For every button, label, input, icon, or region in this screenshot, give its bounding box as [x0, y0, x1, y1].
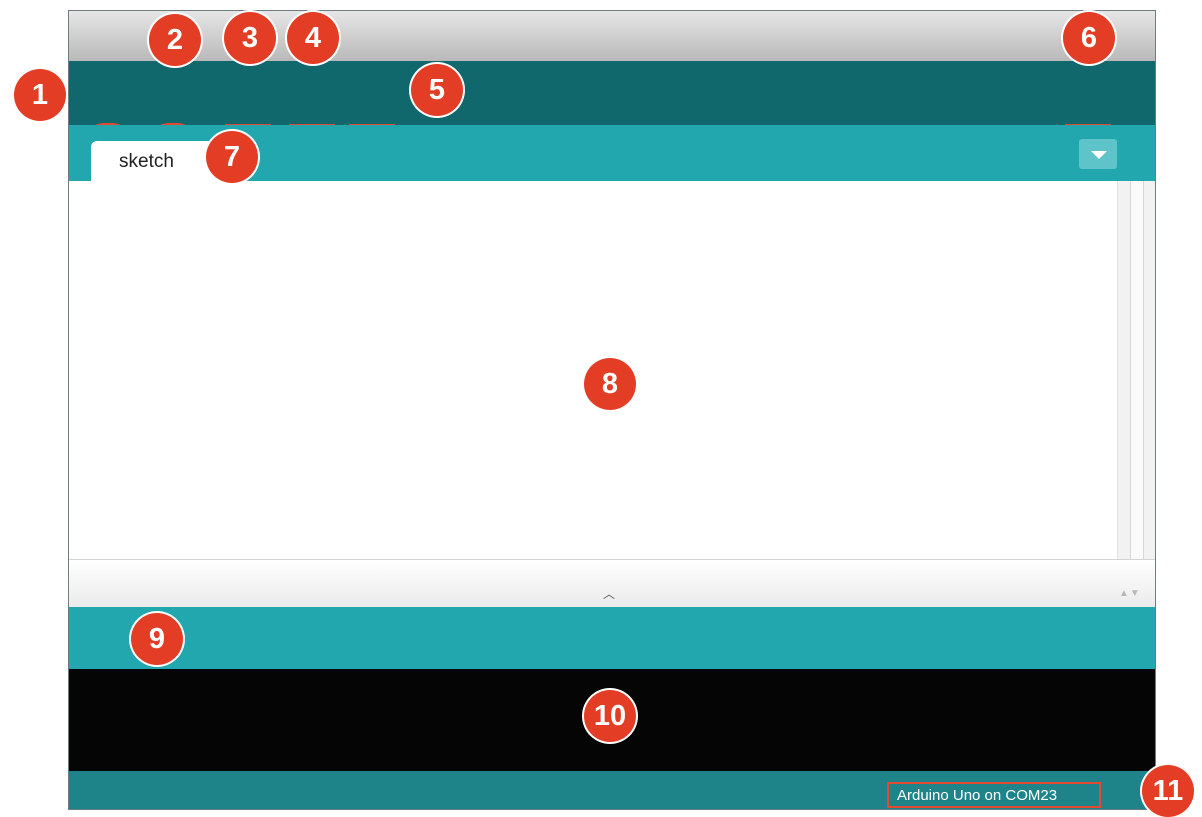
editor-scrollbar[interactable]: [1117, 181, 1155, 559]
callout-marker: 5: [411, 64, 463, 116]
toolbar: [69, 61, 1155, 163]
board-port-status: Arduino Uno on COM23: [887, 782, 1101, 808]
callout-marker: 10: [584, 690, 636, 742]
callout-marker: 1: [14, 69, 66, 121]
panel-divider[interactable]: ︿ ▲▼: [69, 559, 1155, 607]
message-area: [69, 607, 1155, 669]
divider-grip-icon[interactable]: ︿: [603, 585, 615, 602]
tab-label: sketch: [119, 151, 174, 172]
callout-marker: 4: [287, 12, 339, 64]
callout-marker: 6: [1063, 12, 1115, 64]
scroll-arrows-icon[interactable]: ▲▼: [1119, 588, 1141, 599]
tab-sketch[interactable]: sketch: [91, 141, 219, 181]
callout-marker: 3: [224, 12, 276, 64]
status-bar: Arduino Uno on COM23: [69, 771, 1155, 809]
callout-marker: 11: [1142, 765, 1194, 817]
callout-marker: 9: [131, 613, 183, 665]
callout-marker: 7: [206, 131, 258, 183]
callout-marker: 2: [149, 14, 201, 66]
scrollbar-thumb[interactable]: [1130, 181, 1144, 559]
tab-menu-dropdown[interactable]: [1079, 139, 1117, 169]
callout-marker: 8: [584, 358, 636, 410]
